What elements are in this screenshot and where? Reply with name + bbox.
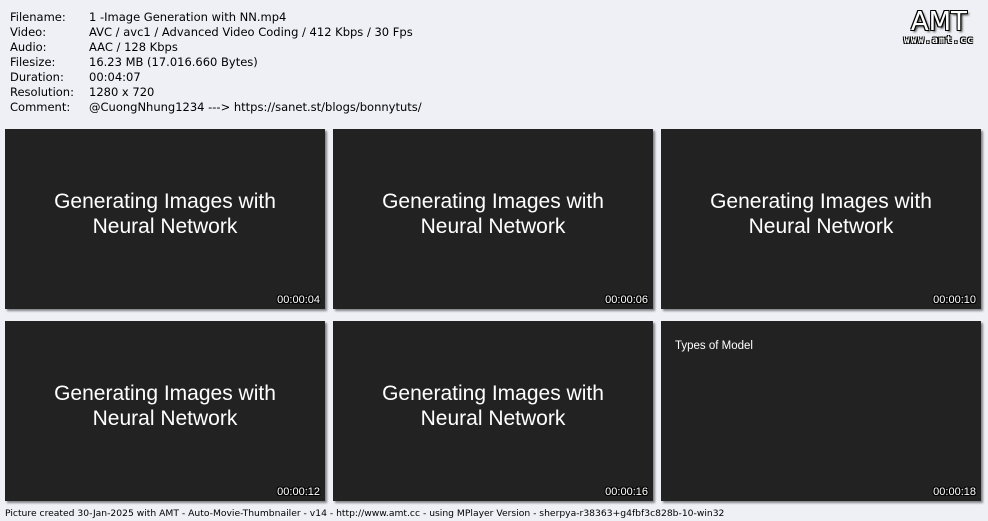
info-value: 1280 x 720: [89, 85, 155, 99]
slide-title: Generating Images with Neural Network: [54, 382, 276, 430]
slide-title: Generating Images with Neural Network: [54, 190, 276, 238]
info-row-filename: Filename: 1 -Image Generation with NN.mp4: [10, 10, 422, 25]
slide-title: Generating Images with Neural Network: [710, 190, 932, 238]
info-key: Audio:: [10, 40, 47, 54]
thumbnail-2[interactable]: Generating Images with Neural Network 00…: [333, 129, 653, 309]
timestamp: 00:00:12: [277, 486, 320, 498]
info-value: AAC / 128 Kbps: [89, 40, 178, 54]
footer-credit: Picture created 30-Jan-2025 with AMT - A…: [5, 508, 725, 519]
timestamp: 00:00:18: [933, 486, 976, 498]
info-key: Comment:: [10, 100, 71, 114]
amt-logo: AMT www.amt.cc: [904, 8, 974, 46]
thumbnail-5[interactable]: Generating Images with Neural Network 00…: [333, 321, 653, 501]
info-row-video: Video: AVC / avc1 / Advanced Video Coding…: [10, 25, 422, 40]
info-key: Resolution:: [10, 85, 74, 99]
logo-text: AMT: [910, 7, 967, 37]
info-value: 1 -Image Generation with NN.mp4: [89, 10, 287, 24]
info-row-comment: Comment: @CuongNhung1234 ---> https://san…: [10, 100, 422, 115]
info-key: Duration:: [10, 70, 64, 84]
timestamp: 00:00:06: [605, 294, 648, 306]
slide-heading: Types of Model: [675, 340, 753, 352]
info-key: Filesize:: [10, 55, 56, 69]
timestamp: 00:00:16: [605, 486, 648, 498]
thumbnail-1[interactable]: Generating Images with Neural Network 00…: [5, 129, 325, 309]
info-key: Video:: [10, 25, 47, 39]
info-value: 16.23 MB (17.016.660 Bytes): [89, 55, 258, 69]
info-value: AVC / avc1 / Advanced Video Coding / 412…: [89, 25, 413, 39]
slide-title: Generating Images with Neural Network: [382, 190, 604, 238]
info-value: @CuongNhung1234 ---> https://sanet.st/bl…: [89, 100, 422, 114]
info-key: Filename:: [10, 10, 66, 24]
info-value: 00:04:07: [89, 70, 141, 84]
thumbnail-4[interactable]: Generating Images with Neural Network 00…: [5, 321, 325, 501]
timestamp: 00:00:10: [933, 294, 976, 306]
thumbnail-6[interactable]: Types of Model 00:00:18: [661, 321, 981, 501]
info-row-duration: Duration: 00:04:07: [10, 70, 422, 85]
info-row-resolution: Resolution: 1280 x 720: [10, 85, 422, 100]
info-row-filesize: Filesize: 16.23 MB (17.016.660 Bytes): [10, 55, 422, 70]
logo-url: www.amt.cc: [903, 35, 974, 46]
timestamp: 00:00:04: [277, 294, 320, 306]
thumbnail-3[interactable]: Generating Images with Neural Network 00…: [661, 129, 981, 309]
info-row-audio: Audio: AAC / 128 Kbps: [10, 40, 422, 55]
file-info: Filename: 1 -Image Generation with NN.mp4…: [10, 10, 422, 115]
slide-title: Generating Images with Neural Network: [382, 382, 604, 430]
